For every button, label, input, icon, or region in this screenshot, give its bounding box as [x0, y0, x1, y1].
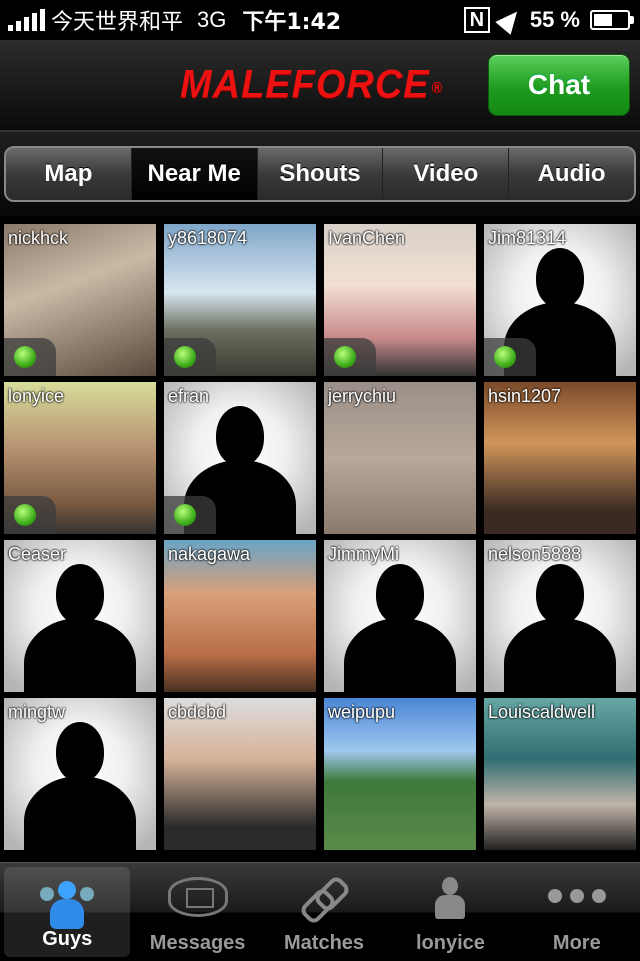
user-name: Jim81314	[488, 228, 567, 248]
maleforce-logo: MALEFORCE ®	[180, 62, 443, 108]
online-dot-icon	[174, 504, 196, 526]
user-tile[interactable]: nickhck	[4, 224, 156, 376]
user-name: lonyice	[8, 386, 65, 406]
online-status-badge	[4, 338, 56, 376]
segment-map[interactable]: Map	[6, 148, 132, 200]
carrier-name: 今天世界和平	[51, 10, 184, 35]
battery-percent: 55 %	[529, 7, 580, 32]
online-status-badge	[324, 338, 376, 376]
user-name: nelson5888	[488, 544, 582, 564]
online-dot-icon	[14, 504, 36, 526]
user-name: mingtw	[8, 702, 66, 722]
online-dot-icon	[334, 346, 356, 368]
guys-icon	[40, 881, 95, 933]
silhouette-head-icon	[216, 406, 264, 466]
segment-video[interactable]: Video	[383, 148, 510, 200]
online-status-badge	[4, 496, 56, 534]
speech-bubble-envelope-icon	[167, 877, 228, 917]
silhouette-head-icon	[536, 248, 584, 308]
person-icon	[435, 877, 466, 923]
signal-strength-icon	[8, 9, 45, 31]
silhouette-head-icon	[376, 564, 424, 624]
nfc-n-icon: N	[463, 7, 490, 33]
tab-profile-label: lonyice	[415, 932, 485, 954]
segment-audio[interactable]: Audio	[509, 148, 634, 200]
user-tile[interactable]: hsin1207	[484, 382, 636, 534]
user-name: JimmyMi	[328, 544, 399, 564]
online-status-badge	[484, 338, 536, 376]
user-tile[interactable]: weipupu	[324, 698, 476, 850]
user-tile[interactable]: Ceaser	[4, 540, 156, 692]
chain-link-icon	[301, 877, 347, 923]
user-name: efran	[168, 386, 210, 406]
user-name: nakagawa	[168, 544, 251, 564]
user-name: Ceaser	[8, 544, 67, 564]
silhouette-head-icon	[56, 722, 104, 782]
silhouette-head-icon	[56, 564, 104, 624]
online-status-badge	[164, 496, 216, 534]
user-name: hsin1207	[488, 386, 562, 406]
user-tile[interactable]: Louiscaldwell	[484, 698, 636, 850]
tab-messages[interactable]: Messages	[134, 863, 260, 961]
tab-guys-label: Guys	[42, 928, 93, 950]
tab-guys[interactable]: Guys	[4, 867, 131, 957]
tab-messages-label: Messages	[149, 932, 246, 954]
segment-near-me[interactable]: Near Me	[131, 148, 258, 200]
user-grid: nickhck y8618074 IvanChen Jim81314 lonyice ef…	[0, 218, 640, 858]
online-status-badge	[164, 338, 216, 376]
more-dots-icon	[547, 889, 606, 903]
tab-profile[interactable]: lonyice	[387, 863, 513, 961]
app-header: MALEFORCE ® Chat	[0, 40, 640, 132]
user-tile[interactable]: lonyice	[4, 382, 156, 534]
segment-bar: Map Near Me Shouts Video Audio	[0, 132, 640, 216]
tab-more-label: More	[552, 932, 601, 954]
user-name: Louiscaldwell	[488, 702, 596, 722]
chat-button[interactable]: Chat	[488, 54, 630, 116]
view-segmented-control: Map Near Me Shouts Video Audio	[4, 146, 636, 202]
user-tile[interactable]: nakagawa	[164, 540, 316, 692]
tab-bar: Guys Messages Matches lonyice More	[0, 862, 640, 961]
location-arrow-icon	[495, 5, 525, 35]
online-dot-icon	[494, 346, 516, 368]
user-tile[interactable]: y8618074	[164, 224, 316, 376]
user-name: jerrychiu	[328, 386, 397, 406]
tab-matches-label: Matches	[284, 932, 365, 954]
status-bar: 今天世界和平 3G 下午1:42 N 55 %	[0, 0, 640, 40]
user-name: y8618074	[168, 228, 248, 248]
user-tile[interactable]: Jim81314	[484, 224, 636, 376]
silhouette-head-icon	[536, 564, 584, 624]
user-name: nickhck	[8, 228, 69, 248]
user-tile[interactable]: JimmyMi	[324, 540, 476, 692]
clock: 下午1:42	[242, 10, 342, 35]
battery-icon	[590, 10, 634, 30]
online-dot-icon	[174, 346, 196, 368]
user-tile[interactable]: mingtw	[4, 698, 156, 850]
user-name: cbdcbd	[168, 702, 227, 722]
online-dot-icon	[14, 346, 36, 368]
user-tile[interactable]: efran	[164, 382, 316, 534]
user-name: weipupu	[328, 702, 396, 722]
user-tile[interactable]: cbdcbd	[164, 698, 316, 850]
user-tile[interactable]: IvanChen	[324, 224, 476, 376]
network-type: 3G	[197, 7, 227, 32]
tab-more[interactable]: More	[514, 863, 640, 961]
segment-shouts[interactable]: Shouts	[258, 148, 384, 200]
user-tile[interactable]: nelson5888	[484, 540, 636, 692]
user-tile[interactable]: jerrychiu	[324, 382, 476, 534]
user-name: IvanChen	[328, 228, 406, 248]
tab-matches[interactable]: Matches	[261, 863, 387, 961]
